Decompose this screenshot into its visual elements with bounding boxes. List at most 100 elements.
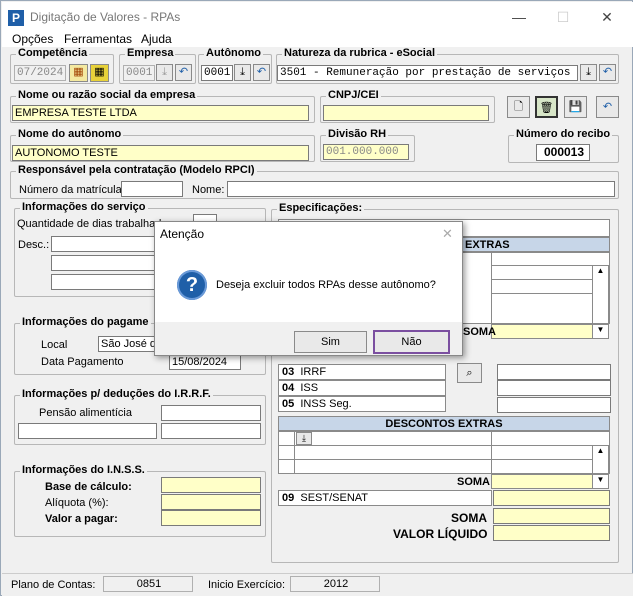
pagamento-label: Informações do pagame	[20, 316, 151, 328]
pensao-extra-input-1[interactable]	[18, 423, 157, 439]
title-bar: P Digitação de Valores - RPAs — ☐ ✕	[2, 2, 633, 31]
data-pagamento-label: Data Pagamento	[41, 356, 124, 368]
desconto-row-inss: 05 INSS Seg.	[278, 396, 446, 412]
plano-value: 0851	[103, 576, 193, 592]
descontos-extras-table	[278, 431, 610, 474]
autonomo-input[interactable]: 0001	[201, 65, 233, 81]
app-icon: P	[8, 10, 24, 26]
minimize-button[interactable]: —	[504, 6, 534, 28]
soma-final-value	[493, 508, 610, 524]
descontos-download-icon[interactable]: ⤓	[296, 432, 312, 445]
desc-label: Desc.:	[18, 239, 50, 251]
natureza-input[interactable]: 3501 - Remuneração por prestação de serv…	[277, 65, 578, 81]
iss-value[interactable]	[497, 380, 611, 396]
desconto-row-iss: 04 ISS	[278, 380, 446, 396]
autonomo-nome-input[interactable]: AUTONOMO TESTE	[12, 145, 309, 161]
descontos-soma-label: SOMA	[457, 476, 490, 488]
desc-input-1[interactable]	[51, 236, 159, 252]
menu-ferramentas[interactable]: Ferramentas	[64, 32, 132, 46]
matricula-label: Número da matrícula:	[19, 184, 125, 196]
exercicio-label: Inicio Exercício:	[208, 579, 286, 591]
extras-scroll-down[interactable]: ▼	[592, 324, 609, 339]
matricula-input[interactable]	[121, 181, 183, 197]
recibo-value: 000013	[536, 144, 590, 161]
extras-scrollbar[interactable]: ▲	[592, 265, 609, 324]
divisao-label: Divisão RH	[326, 128, 389, 140]
new-document-icon[interactable]: 🗋	[507, 96, 530, 118]
irrf-value[interactable]	[497, 364, 611, 380]
extras-soma-label: SOMA	[463, 326, 496, 338]
dialog-close-button[interactable]: ✕	[442, 226, 453, 242]
divisao-input[interactable]: 001.000.000	[323, 144, 409, 160]
valor-pagar-label: Valor a pagar:	[45, 513, 118, 525]
empresa-undo-icon[interactable]: ↶	[175, 64, 192, 81]
autonomo-undo-icon[interactable]: ↶	[253, 64, 270, 81]
no-button[interactable]: Não	[373, 330, 450, 354]
menu-opcoes[interactable]: Opções	[12, 32, 53, 46]
aliquota-input[interactable]	[161, 494, 261, 510]
save-icon[interactable]: 💾	[564, 96, 587, 118]
autonomo-label: Autônomo	[204, 47, 263, 59]
natureza-undo-icon[interactable]: ↶	[599, 64, 616, 81]
question-icon: ?	[177, 270, 207, 300]
yes-button[interactable]: Sim	[294, 331, 367, 353]
menu-ajuda[interactable]: Ajuda	[141, 32, 172, 46]
dialog-footer: Sim Não	[155, 322, 462, 355]
responsavel-nome-input[interactable]	[227, 181, 615, 197]
base-calculo-input[interactable]	[161, 477, 261, 493]
irrf-label: Informações p/ deduções do I.R.R.F.	[20, 388, 213, 400]
empresa-nome-input[interactable]: EMPRESA TESTE LTDA	[12, 105, 309, 121]
aliquota-label: Alíquota (%):	[45, 497, 109, 509]
search-icon[interactable]: ⌕	[457, 363, 482, 383]
competencia-label: Competência	[16, 47, 90, 59]
calendar-icon[interactable]: ▦	[69, 64, 88, 82]
especificacoes-label: Especificações:	[277, 202, 365, 214]
responsavel-nome-label: Nome:	[192, 184, 225, 196]
undo-icon[interactable]: ↶	[596, 96, 619, 118]
empresa-nome-label: Nome ou razão social da empresa	[16, 89, 198, 101]
data-pagamento-input[interactable]: 15/08/2024	[169, 354, 241, 370]
cnpj-input[interactable]	[323, 105, 489, 121]
extras-soma-value	[491, 324, 593, 339]
status-bar: Plano de Contas: 0851 Inicio Exercício: …	[2, 573, 633, 596]
exercicio-value: 2012	[290, 576, 380, 592]
grid-icon[interactable]: ▦	[90, 64, 109, 82]
plano-label: Plano de Contas:	[11, 579, 96, 591]
sest-value[interactable]	[493, 490, 610, 506]
close-button[interactable]: ✕	[592, 6, 622, 28]
empresa-download-icon[interactable]: ⤓	[156, 64, 173, 81]
local-input[interactable]: São José do	[98, 336, 158, 352]
descontos-extras-header: DESCONTOS EXTRAS	[278, 416, 610, 431]
trash-icon[interactable]: 🗑	[535, 96, 558, 118]
main-window: P Digitação de Valores - RPAs — ☐ ✕ Opçõ…	[0, 0, 633, 596]
inss-seg-value[interactable]	[497, 397, 611, 413]
autonomo-nome-label: Nome do autônomo	[16, 128, 124, 140]
natureza-label: Natureza da rubrica - eSocial	[282, 47, 437, 59]
pensao-input[interactable]	[161, 405, 261, 421]
dialog-title: Atenção	[160, 227, 205, 241]
autonomo-download-icon[interactable]: ⤓	[234, 64, 251, 81]
cnpj-label: CNPJ/CEI	[326, 89, 381, 101]
desc-input-2[interactable]	[51, 255, 159, 271]
descontos-scroll-down[interactable]: ▼	[592, 474, 609, 489]
valor-pagar-input[interactable]	[161, 510, 261, 526]
dialog-message: Deseja excluir todos RPAs desse autônomo…	[216, 279, 436, 291]
window-title: Digitação de Valores - RPAs	[30, 10, 181, 24]
maximize-button[interactable]: ☐	[548, 6, 578, 28]
menu-bar: Opções Ferramentas Ajuda	[2, 31, 633, 47]
descontos-scrollbar[interactable]: ▲	[592, 445, 609, 474]
pensao-label: Pensão alimentícia	[39, 407, 132, 419]
natureza-download-icon[interactable]: ⤓	[580, 64, 597, 81]
confirm-dialog: Atenção ✕ ? Deseja excluir todos RPAs de…	[154, 221, 463, 356]
empresa-label: Empresa	[125, 47, 176, 59]
valor-liquido-value	[493, 525, 610, 541]
soma-final-label: SOMA	[451, 511, 487, 525]
empresa-input[interactable]: 0001	[123, 65, 155, 81]
servico-label: Informações do serviço	[20, 201, 148, 213]
competencia-input[interactable]: 07/2024	[14, 65, 66, 81]
pensao-extra-input-2[interactable]	[161, 423, 261, 439]
sest-row: 09 SEST/SENAT	[278, 490, 492, 506]
descontos-soma-value	[491, 474, 593, 489]
base-calculo-label: Base de cálculo:	[45, 481, 132, 493]
desc-input-3[interactable]	[51, 274, 159, 290]
